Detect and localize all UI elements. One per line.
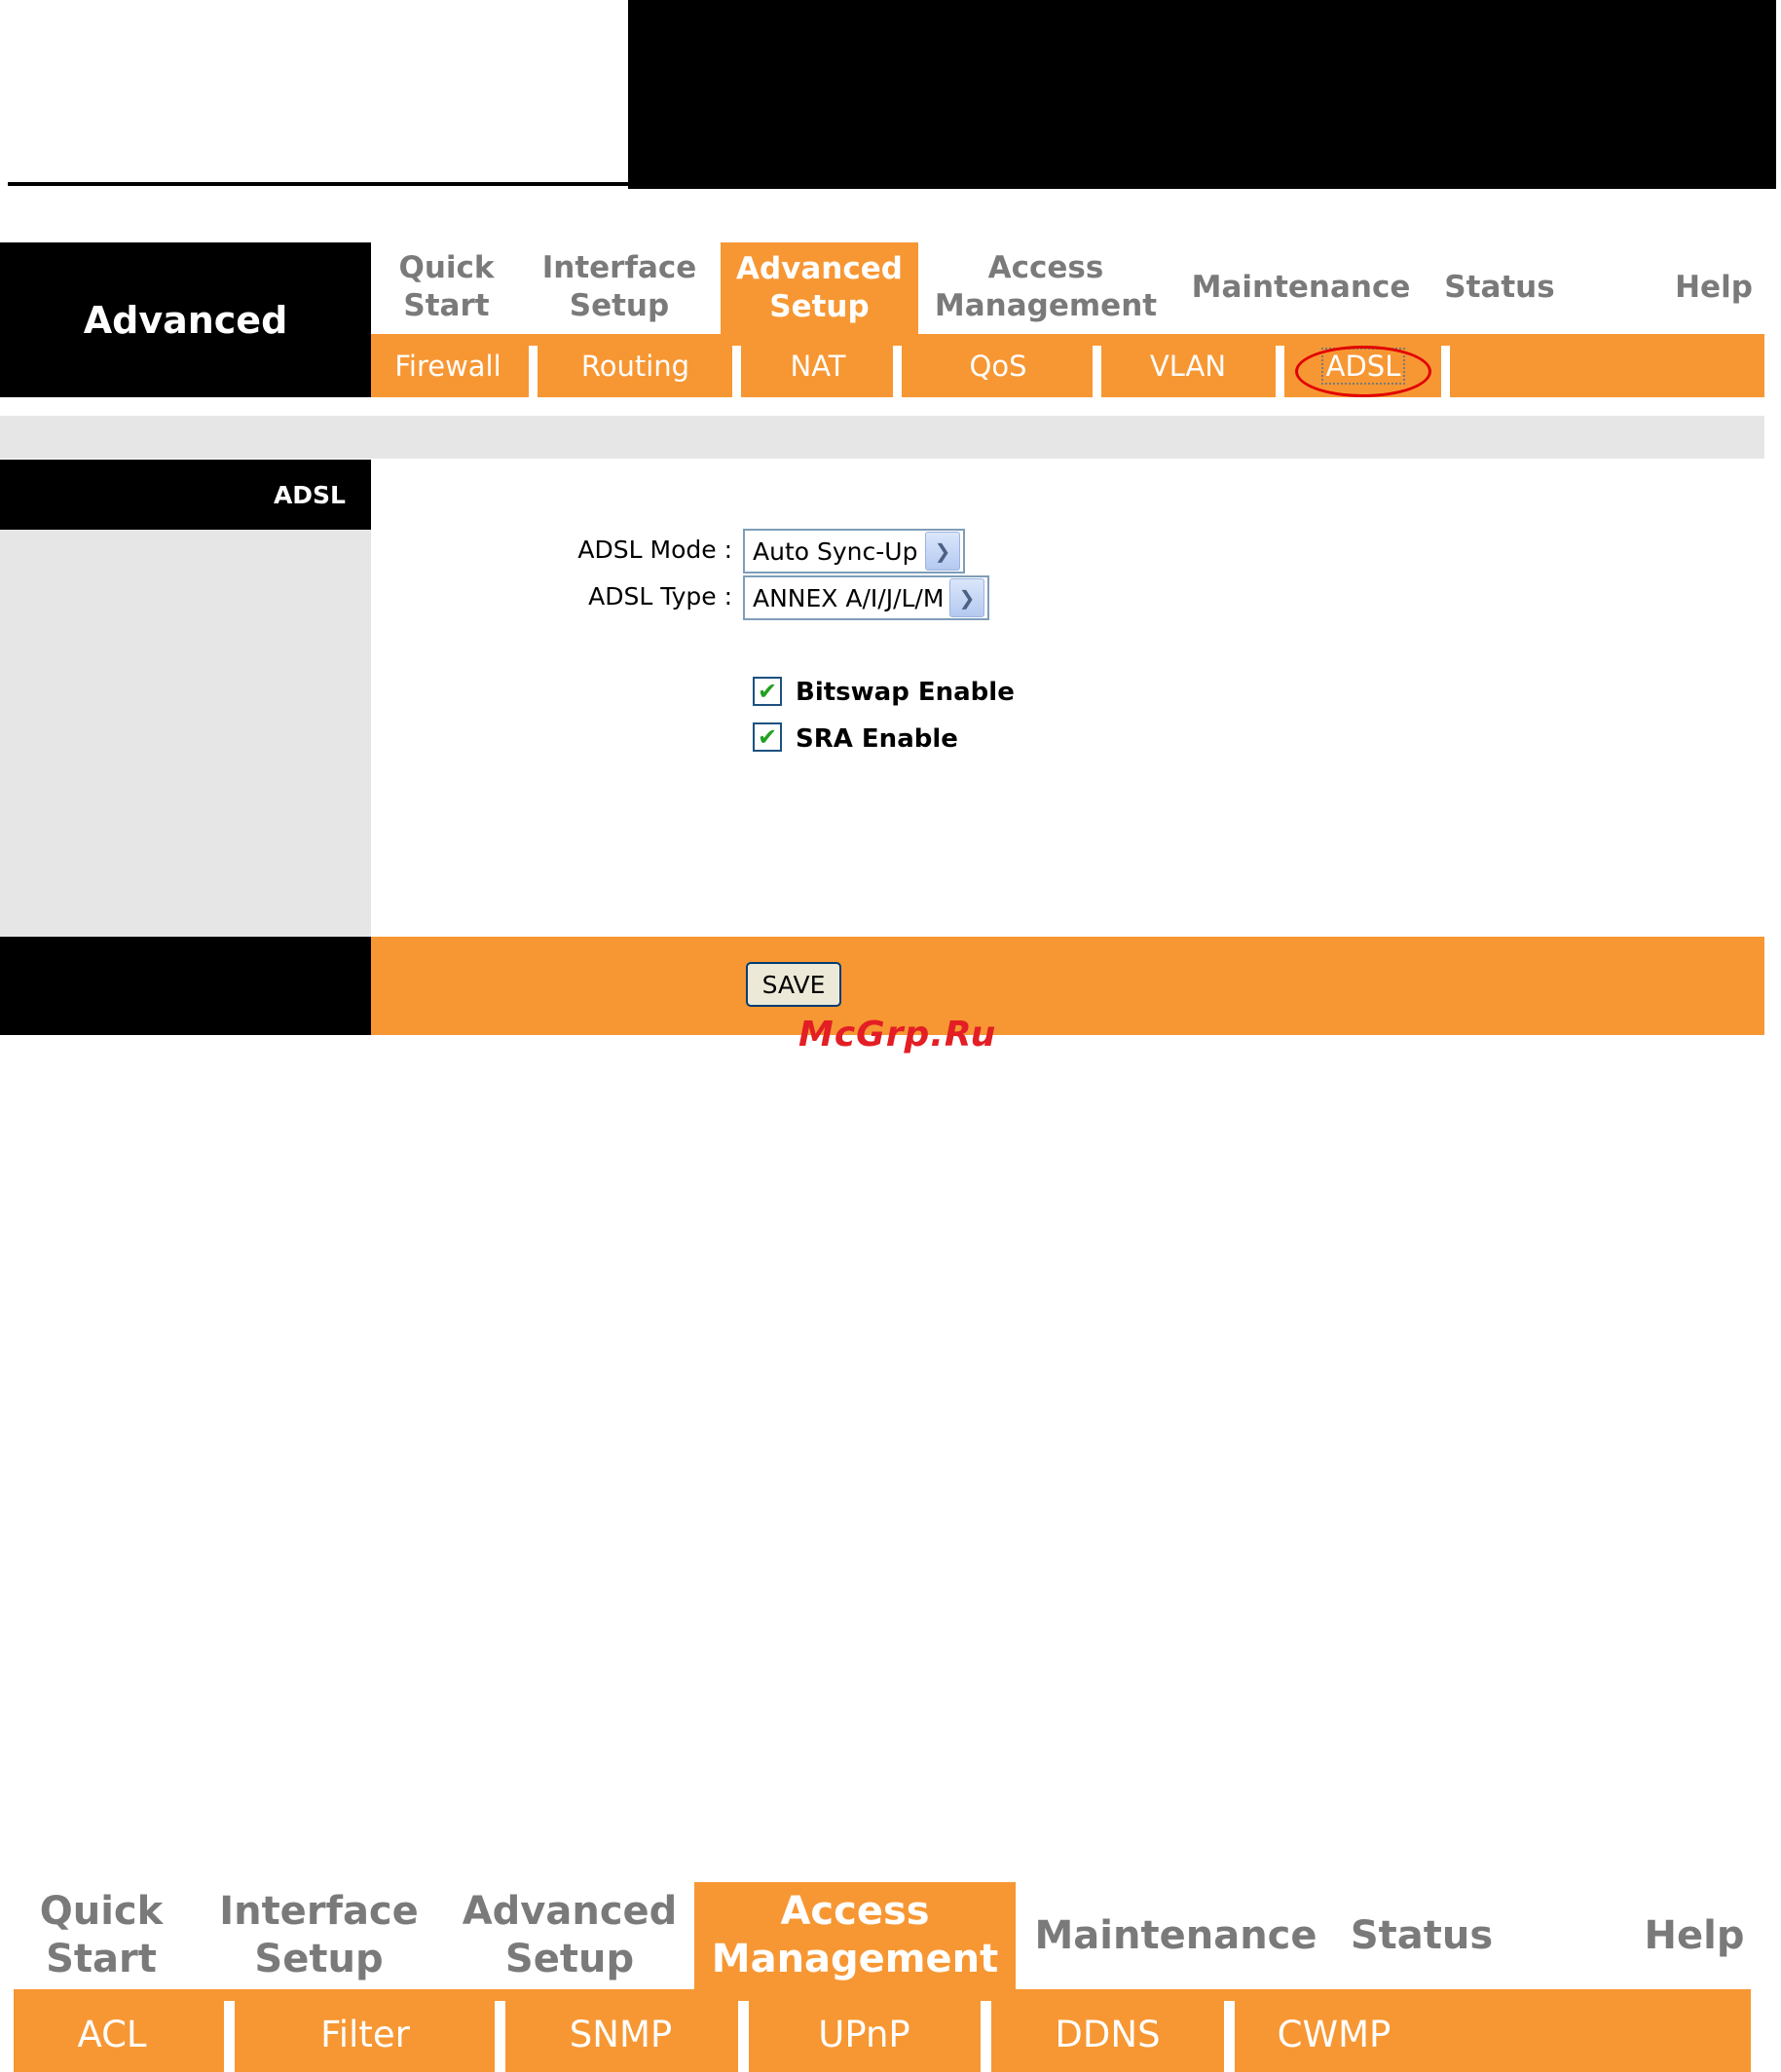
- subnav-separator: [732, 346, 741, 397]
- adsl-type-label: ADSL Type :: [588, 582, 732, 610]
- nav-advanced-setup[interactable]: Advanced Setup: [721, 242, 918, 334]
- subnav2-ddns[interactable]: DDNS: [998, 1996, 1217, 2072]
- subnav-separator: [1224, 2001, 1235, 2072]
- nav-label: Quick Start: [398, 250, 495, 323]
- nav-help[interactable]: Help: [1655, 242, 1772, 332]
- chevron-down-icon: ❯: [925, 532, 960, 571]
- nav-quick-start[interactable]: Quick Start: [371, 242, 522, 332]
- sra-checkbox[interactable]: ✔: [753, 722, 782, 752]
- nav-status[interactable]: Status: [1431, 242, 1568, 332]
- header-banner-edge: [628, 183, 1776, 189]
- section-title: ADSL: [0, 460, 371, 530]
- side-panel: [0, 530, 371, 937]
- nav-label: Interface Setup: [541, 250, 697, 323]
- subnav-separator: [529, 346, 538, 397]
- subnav-separator: [1276, 346, 1284, 397]
- nav-access-management[interactable]: Access Management: [935, 242, 1157, 332]
- save-button[interactable]: SAVE: [746, 962, 841, 1007]
- nav-label: Maintenance: [1191, 269, 1411, 305]
- chevron-down-icon: ❯: [949, 578, 984, 617]
- adsl-type-value: ANNEX A/I/J/L/M: [753, 583, 945, 612]
- brand-title: Advanced: [0, 242, 371, 397]
- nav-label: Help: [1644, 1912, 1745, 1958]
- highlight-ring: [1295, 346, 1431, 397]
- subnav-separator: [893, 346, 902, 397]
- nav2-interface-setup[interactable]: Interface Setup: [214, 1882, 424, 1989]
- content-top-band: [0, 416, 1764, 459]
- nav2-maintenance[interactable]: Maintenance: [1034, 1882, 1317, 1989]
- adsl-mode-value: Auto Sync-Up: [753, 536, 918, 566]
- adsl-mode-select[interactable]: Auto Sync-Up ❯: [743, 529, 965, 574]
- subnav-firewall[interactable]: Firewall: [385, 334, 511, 397]
- subnav-separator: [738, 2001, 749, 2072]
- subnav-separator: [1093, 346, 1101, 397]
- subnav-separator: [1441, 346, 1450, 397]
- header-rule: [8, 182, 631, 186]
- nav2-status[interactable]: Status: [1344, 1882, 1500, 1989]
- nav-label: Quick Start: [39, 1889, 164, 1981]
- nav-label: Help: [1675, 269, 1753, 305]
- subnav2-acl[interactable]: ACL: [29, 1996, 195, 2072]
- nav-label: Maintenance: [1034, 1912, 1317, 1958]
- nav-label: Access Management: [934, 250, 1158, 323]
- nav-label: Interface Setup: [219, 1889, 419, 1981]
- subnav-nat[interactable]: NAT: [750, 334, 886, 397]
- watermark: McGrp.Ru: [798, 1015, 997, 1054]
- nav2-quick-start[interactable]: Quick Start: [14, 1882, 189, 1989]
- header-banner: [628, 0, 1776, 187]
- nav-label: Advanced Setup: [462, 1889, 678, 1981]
- sra-label: SRA Enable: [796, 724, 958, 754]
- subnav-qos[interactable]: QoS: [910, 334, 1086, 397]
- nav-interface-setup[interactable]: Interface Setup: [531, 242, 708, 332]
- footer-left: [0, 937, 371, 1035]
- subnav2-snmp[interactable]: SNMP: [511, 1996, 730, 2072]
- nav-label: Status: [1350, 1912, 1494, 1958]
- nav-maintenance[interactable]: Maintenance: [1191, 242, 1411, 332]
- footer-bar: [371, 937, 1764, 1035]
- nav2-advanced-setup[interactable]: Advanced Setup: [458, 1882, 682, 1989]
- subnav2-filter[interactable]: Filter: [243, 1996, 487, 2072]
- nav2-help[interactable]: Help: [1626, 1882, 1762, 1989]
- subnav2-cwmp[interactable]: CWMP: [1242, 1996, 1427, 2072]
- subnav-routing[interactable]: Routing: [545, 334, 725, 397]
- checkmark-icon: ✔: [757, 723, 778, 751]
- bitswap-label: Bitswap Enable: [796, 678, 1015, 707]
- subnav-separator: [224, 2001, 235, 2072]
- nav-label: Access Management: [711, 1889, 999, 1981]
- adsl-mode-label: ADSL Mode :: [577, 536, 732, 564]
- nav-label: Advanced Setup: [736, 251, 903, 324]
- nav-label: Status: [1444, 269, 1555, 305]
- nav2-access-management[interactable]: Access Management: [694, 1882, 1016, 1989]
- subnav-vlan[interactable]: VLAN: [1110, 334, 1266, 397]
- subnav-separator: [495, 2001, 505, 2072]
- checkmark-icon: ✔: [757, 678, 778, 705]
- adsl-type-select[interactable]: ANNEX A/I/J/L/M ❯: [743, 575, 989, 620]
- subnav-separator: [981, 2001, 991, 2072]
- subnav2-upnp[interactable]: UPnP: [755, 1996, 974, 2072]
- bitswap-checkbox[interactable]: ✔: [753, 677, 782, 706]
